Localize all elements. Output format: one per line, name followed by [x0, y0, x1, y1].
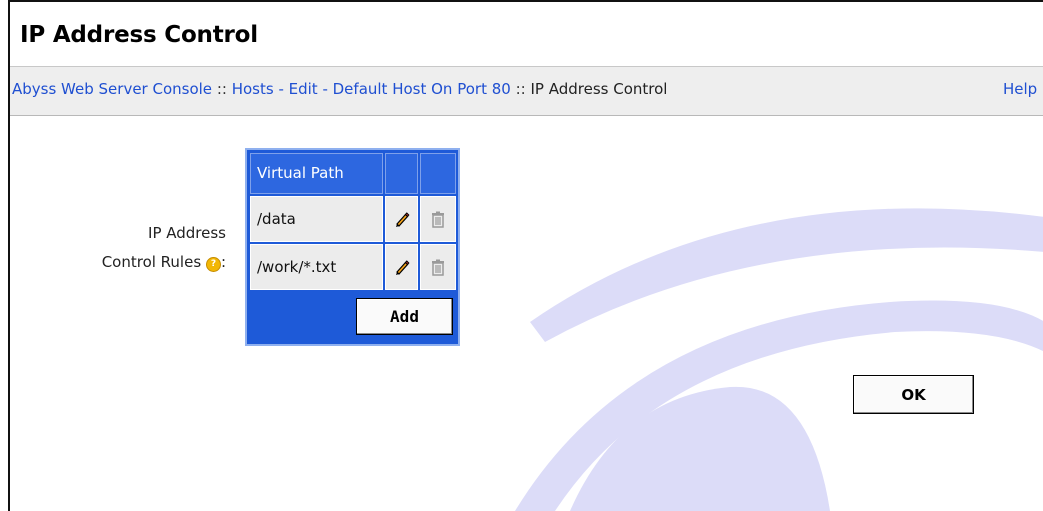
rules-label-line1: IP Address — [148, 224, 226, 242]
breadcrumb-current: IP Address Control — [530, 80, 668, 98]
ok-button[interactable]: OK — [853, 375, 974, 414]
pencil-icon[interactable] — [393, 258, 411, 276]
table-row-delete-cell — [420, 244, 456, 290]
table-row-path: /work/*.txt — [250, 244, 383, 290]
pencil-icon[interactable] — [393, 210, 411, 228]
rules-field-label: IP Address Control Rules ?: — [54, 219, 226, 277]
column-header-delete — [420, 153, 456, 194]
column-header-edit — [385, 153, 418, 194]
table-row-delete-cell — [420, 196, 456, 242]
question-circle-icon[interactable]: ? — [205, 257, 221, 272]
table-row-path: /data — [250, 196, 383, 242]
breadcrumb-separator: :: — [515, 80, 531, 98]
breadcrumb-separator: :: — [216, 80, 232, 98]
breadcrumb: Abyss Web Server Console :: Hosts - Edit… — [12, 80, 667, 98]
breadcrumb-console-link[interactable]: Abyss Web Server Console — [12, 80, 212, 98]
breadcrumb-hosts-edit-link[interactable]: Hosts - Edit - Default Host On Port 80 — [232, 80, 511, 98]
table-row-edit-cell — [385, 196, 418, 242]
trash-icon[interactable] — [429, 258, 447, 276]
breadcrumb-bar: Abyss Web Server Console :: Hosts - Edit… — [10, 67, 1043, 116]
trash-icon[interactable] — [429, 210, 447, 228]
title-bar: IP Address Control — [10, 2, 1043, 67]
page-title: IP Address Control — [20, 22, 258, 48]
rules-label-line2: Control Rules — [101, 253, 202, 271]
console-window: IP Address Control Abyss Web Server Cons… — [8, 0, 1043, 511]
add-rule-button[interactable]: Add — [356, 298, 453, 335]
table-row-edit-cell — [385, 244, 418, 290]
rules-table: Virtual Path /data /work/*.txt Add — [245, 148, 460, 346]
column-header-virtual-path[interactable]: Virtual Path — [250, 153, 383, 194]
help-link[interactable]: Help — [1003, 80, 1037, 98]
